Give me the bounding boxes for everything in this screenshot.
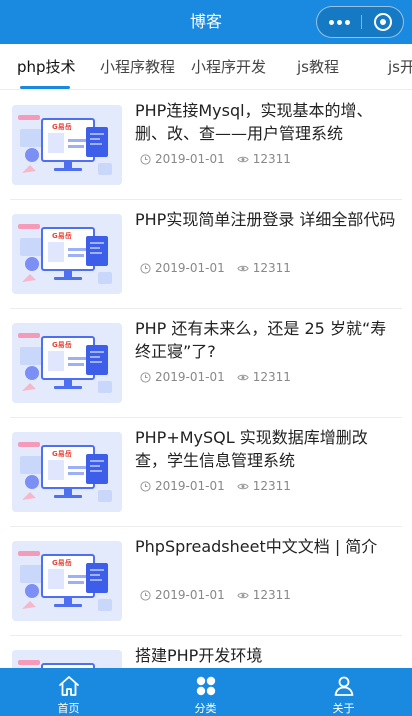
article-list-item[interactable]: G易岳 PHP 还有未来么，还是 25 岁就“寿终正寝”了? 2019-01-01 1… <box>10 309 402 418</box>
tabbar-label-home: 首页 <box>57 702 80 715</box>
article-date: 2019-01-01 <box>155 479 225 493</box>
article-view-count: 12311 <box>252 370 291 384</box>
article-thumbnail: G易岳 <box>12 214 122 294</box>
article-view-count: 12311 <box>252 588 291 602</box>
article-meta: 2019-01-01 12311 <box>140 478 291 494</box>
article-date: 2019-01-01 <box>155 152 225 166</box>
article-title: PHP 还有未来么，还是 25 岁就“寿终正寝”了? <box>135 319 387 361</box>
more-icon[interactable] <box>317 7 361 37</box>
article-meta: 2019-01-01 12311 <box>140 260 291 276</box>
tabbar-item-about[interactable]: 关于 <box>275 668 412 716</box>
eye-icon <box>237 373 249 382</box>
article-list-item[interactable]: G易岳 PhpSpreadsheet中文文档 | 简介 2019-01-01 1231… <box>10 527 402 636</box>
article-list-item[interactable]: G易岳搭建PHP开发环境 <box>10 636 402 668</box>
eye-icon <box>237 482 249 491</box>
article-date: 2019-01-01 <box>155 370 225 384</box>
article-title: PHP连接Mysql，实现基本的增、删、改、查——用户管理系统 <box>135 101 373 143</box>
article-view-count: 12311 <box>252 152 291 166</box>
article-views: 12311 <box>237 261 291 275</box>
article-title: PhpSpreadsheet中文文档 | 简介 <box>135 537 378 556</box>
article-meta: 2019-01-01 12311 <box>140 587 291 603</box>
thumbnail-logo-text: G易岳 <box>52 231 72 240</box>
article-list: G易岳 PHP连接Mysql，实现基本的增、删、改、查——用户管理系统 2019-0… <box>0 91 412 668</box>
article-date: 2019-01-01 <box>155 588 225 602</box>
user-icon <box>275 674 412 700</box>
tabbar-label-category: 分类 <box>194 702 217 715</box>
thumbnail-logo-text: G易岳 <box>52 340 72 349</box>
article-title: 搭建PHP开发环境 <box>135 646 263 665</box>
tab-js-tutorial[interactable]: js教程 <box>297 44 339 89</box>
active-tab-indicator <box>20 86 70 89</box>
clock-icon <box>140 589 151 601</box>
close-icon[interactable] <box>362 7 404 37</box>
clock-icon <box>140 371 151 383</box>
article-list-item[interactable]: G易岳 PHP+MySQL 实现数据库增删改查，学生信息管理系统 2019-01-0… <box>10 418 402 527</box>
mini-program-capsule <box>316 6 404 38</box>
article-date: 2019-01-01 <box>155 261 225 275</box>
article-views: 12311 <box>237 370 291 384</box>
article-title: PHP+MySQL 实现数据库增删改查，学生信息管理系统 <box>135 428 368 470</box>
tabbar-item-category[interactable]: 分类 <box>137 668 274 716</box>
article-views: 12311 <box>237 152 291 166</box>
article-views: 12311 <box>237 588 291 602</box>
article-thumbnail: G易岳 <box>12 650 122 668</box>
category-grid-icon <box>137 674 274 700</box>
thumbnail-logo-text: G易岳 <box>52 558 72 567</box>
article-title: PHP实现简单注册登录 详细全部代码 <box>135 210 396 229</box>
eye-icon <box>237 264 249 273</box>
article-view-count: 12311 <box>252 479 291 493</box>
clock-icon <box>140 480 151 492</box>
navigation-bar: 博客 <box>0 0 412 44</box>
article-meta: 2019-01-01 12311 <box>140 369 291 385</box>
article-thumbnail: G易岳 <box>12 541 122 621</box>
article-meta: 2019-01-01 12311 <box>140 151 291 167</box>
eye-icon <box>237 155 249 164</box>
tab-miniprogram-tutorial[interactable]: 小程序教程 <box>100 44 175 89</box>
article-list-item[interactable]: G易岳 PHP实现简单注册登录 详细全部代码 2019-01-01 12311 <box>10 200 402 309</box>
tab-miniprogram-dev[interactable]: 小程序开发 <box>191 44 266 89</box>
clock-icon <box>140 262 151 274</box>
tab-php[interactable]: php技术 <box>17 44 76 89</box>
eye-icon <box>237 591 249 600</box>
tabbar-item-home[interactable]: 首页 <box>0 668 137 716</box>
article-thumbnail: G易岳 <box>12 323 122 403</box>
clock-icon <box>140 153 151 165</box>
category-tabs: php技术 小程序教程 小程序开发 js教程 js开 <box>0 44 412 90</box>
article-views: 12311 <box>237 479 291 493</box>
article-view-count: 12311 <box>252 261 291 275</box>
article-thumbnail: G易岳 <box>12 432 122 512</box>
article-list-item[interactable]: G易岳 PHP连接Mysql，实现基本的增、删、改、查——用户管理系统 2019-0… <box>10 91 402 200</box>
tabbar-label-about: 关于 <box>332 702 355 715</box>
home-icon <box>0 674 137 700</box>
thumbnail-logo-text: G易岳 <box>52 449 72 458</box>
thumbnail-logo-text: G易岳 <box>52 122 72 131</box>
bottom-tab-bar: 首页 分类 关于 <box>0 668 412 716</box>
article-thumbnail: G易岳 <box>12 105 122 185</box>
tab-js-dev[interactable]: js开 <box>388 44 412 89</box>
